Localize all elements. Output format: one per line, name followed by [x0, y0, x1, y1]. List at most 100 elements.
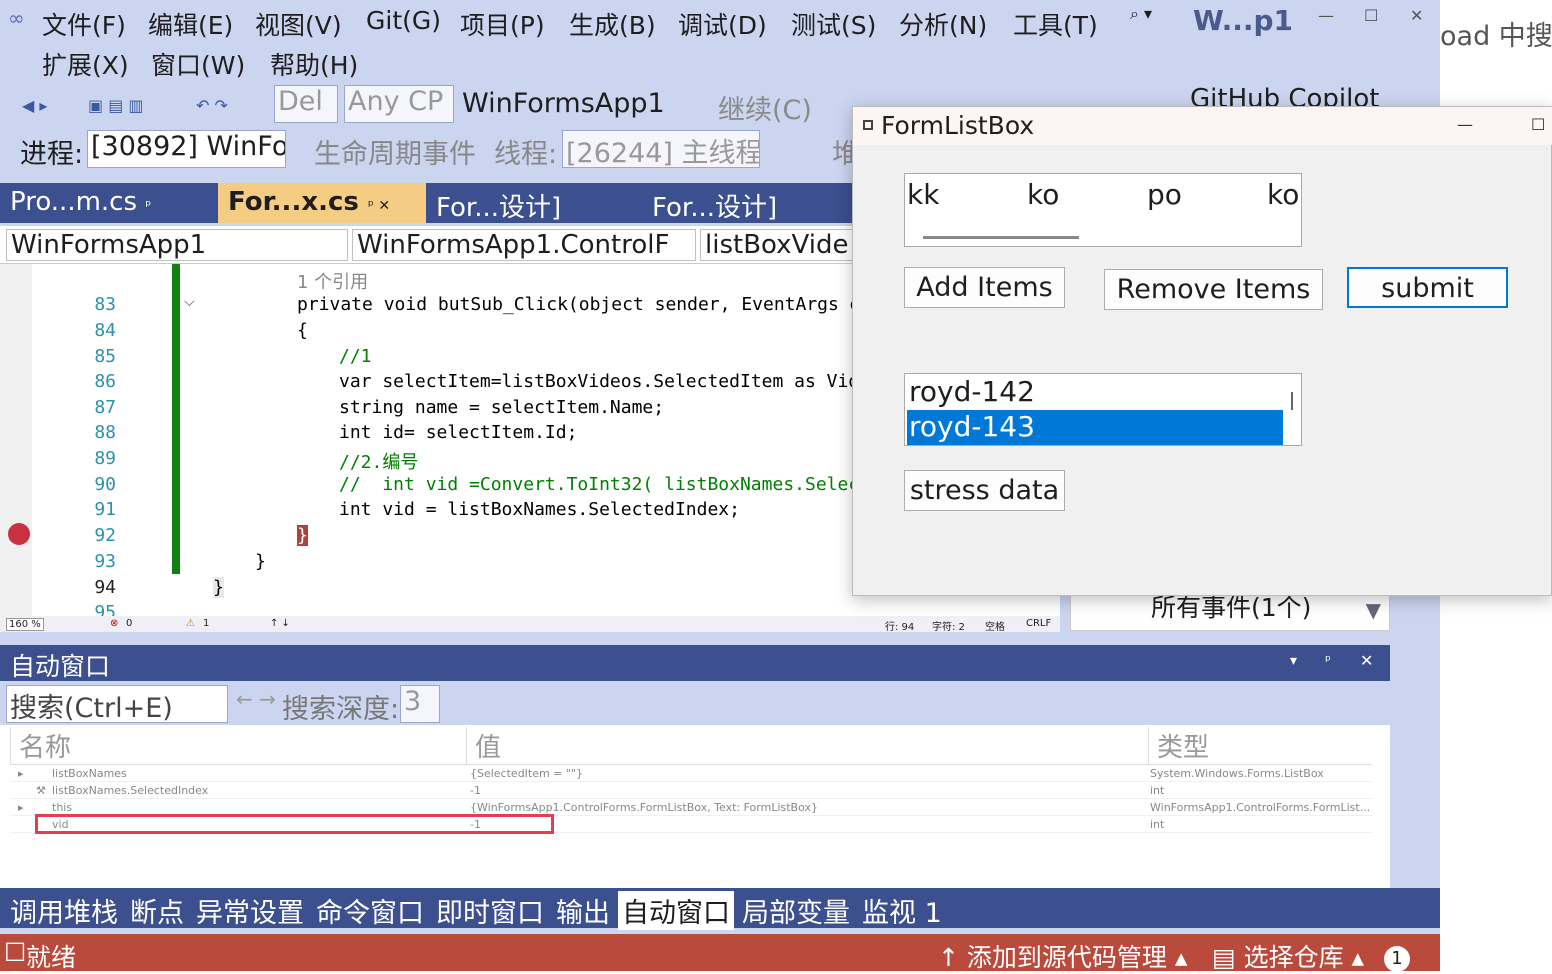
- pin-icon[interactable]: ᵖ: [145, 198, 151, 214]
- pin-icon[interactable]: ᵖ: [1325, 653, 1331, 669]
- vertical-scrollbar[interactable]: [1291, 392, 1293, 410]
- depth-combo[interactable]: 3: [400, 685, 440, 723]
- maximize-icon[interactable]: ☐: [1531, 115, 1545, 134]
- tab-breakpoints[interactable]: 断点: [130, 891, 184, 930]
- source-control-button[interactable]: ↑ 添加到源代码管理 ▴: [938, 938, 1187, 974]
- collapse-icon[interactable]: ⌵: [184, 294, 195, 310]
- line-number: 94: [94, 577, 116, 598]
- config-combo[interactable]: Del: [274, 85, 338, 123]
- list-item[interactable]: royd-142: [907, 375, 1283, 410]
- member-nav-combo[interactable]: listBoxVide: [700, 229, 860, 261]
- menu-file[interactable]: 文件(F): [42, 6, 126, 42]
- dropdown-icon[interactable]: ▾: [1290, 653, 1297, 669]
- tab-formlistbox-cs[interactable]: For...x.cs ᵖ ✕: [218, 183, 426, 223]
- column-type[interactable]: 类型: [1148, 727, 1372, 765]
- save-icon[interactable]: ▣ ▤ ▥: [88, 96, 144, 115]
- warning-count[interactable]: 1: [203, 618, 209, 629]
- eol-indicator[interactable]: CRLF: [1026, 618, 1051, 629]
- tab-locals[interactable]: 局部变量: [742, 891, 850, 930]
- search-icon[interactable]: ⌕ ▾: [1130, 4, 1152, 24]
- tab-designer-1[interactable]: For...设计]: [426, 183, 640, 223]
- process-combo[interactable]: [30892] WinFo: [87, 130, 286, 168]
- tab-watch-1[interactable]: 监视 1: [862, 891, 942, 930]
- close-tab-icon[interactable]: ᵖ ✕: [368, 198, 390, 214]
- table-row[interactable]: ▸ listBoxNames {SelectedItem = ""} Syste…: [10, 765, 1372, 782]
- thread-combo[interactable]: [26244] 主线程: [562, 130, 760, 168]
- listbox-names[interactable]: royd-142 royd-143: [904, 373, 1302, 446]
- menu-tools[interactable]: 工具(T): [1013, 6, 1098, 42]
- list-item[interactable]: po: [1147, 178, 1182, 211]
- class-nav-combo[interactable]: WinFormsApp1.ControlF: [352, 229, 696, 261]
- row-name: this: [52, 801, 73, 814]
- stress-data-button[interactable]: stress data: [904, 470, 1065, 511]
- nav-arrows-icon[interactable]: ↑ ↓: [270, 618, 290, 629]
- table-row[interactable]: ⚒ listBoxNames.SelectedIndex -1 int: [10, 782, 1372, 799]
- menu-analyze[interactable]: 分析(N): [899, 6, 987, 42]
- menu-debug[interactable]: 调试(D): [678, 6, 767, 42]
- maximize-icon[interactable]: ☐: [1364, 6, 1378, 25]
- breakpoint-icon[interactable]: [8, 523, 30, 545]
- add-items-button[interactable]: Add Items: [904, 267, 1065, 308]
- tab-call-stack[interactable]: 调用堆栈: [10, 891, 118, 930]
- menu-window[interactable]: 窗口(W): [151, 46, 245, 82]
- menu-test[interactable]: 测试(S): [791, 6, 876, 42]
- tab-exception-settings[interactable]: 异常设置: [196, 891, 304, 930]
- error-icon[interactable]: ⊗: [110, 618, 118, 629]
- form-title-bar: FormListBox — ☐: [853, 107, 1552, 145]
- warning-icon[interactable]: ⚠: [186, 618, 195, 629]
- tab-designer-2[interactable]: For...设计]: [642, 183, 856, 223]
- breakpoint-gutter[interactable]: [0, 264, 32, 616]
- tab-immediate-window[interactable]: 即时窗口: [436, 891, 544, 930]
- project-nav-combo[interactable]: WinFormsApp1: [6, 229, 348, 261]
- menu-extensions[interactable]: 扩展(X): [42, 46, 129, 82]
- search-input[interactable]: 搜索(Ctrl+E): [6, 685, 228, 723]
- continue-button[interactable]: 继续(C): [718, 88, 812, 127]
- column-name[interactable]: 名称: [10, 727, 466, 765]
- menu-project[interactable]: 项目(P): [460, 6, 545, 42]
- tab-program[interactable]: Pro...m.cs ᵖ: [0, 183, 218, 223]
- start-project[interactable]: WinFormsApp1: [462, 88, 665, 119]
- scroll-down-icon[interactable]: ▼: [1366, 598, 1381, 622]
- background-web-search: oad 中搜索: [1440, 0, 1552, 60]
- line-indicator[interactable]: 行: 94: [885, 618, 914, 633]
- menu-help[interactable]: 帮助(H): [270, 46, 358, 82]
- code-lens-references[interactable]: 1 个引用: [297, 268, 368, 294]
- repo-button[interactable]: ▤ 选择仓库 ▴: [1212, 938, 1364, 974]
- menu-build[interactable]: 生成(B): [569, 6, 656, 42]
- close-icon[interactable]: ✕: [1410, 6, 1423, 25]
- zoom-combo[interactable]: 160 %: [6, 618, 44, 631]
- horizontal-scrollbar[interactable]: [923, 236, 1079, 239]
- thread-label: 线程:: [494, 139, 558, 170]
- menu-view[interactable]: 视图(V): [255, 6, 342, 42]
- undo-icon[interactable]: ↶ ↷: [196, 96, 228, 115]
- row-type: int: [1150, 784, 1165, 797]
- menu-git[interactable]: Git(G): [366, 6, 441, 35]
- code-line: private void butSub_Click(object sender,…: [297, 294, 872, 315]
- column-value[interactable]: 值: [466, 727, 1148, 765]
- tab-output[interactable]: 输出: [556, 891, 610, 930]
- error-count[interactable]: 0: [126, 618, 132, 629]
- list-item-selected[interactable]: royd-143: [907, 410, 1283, 445]
- notification-badge[interactable]: 1: [1384, 946, 1410, 972]
- tab-command-window[interactable]: 命令窗口: [316, 891, 424, 930]
- close-icon[interactable]: ✕: [1360, 651, 1373, 670]
- minimize-icon[interactable]: —: [1457, 115, 1473, 134]
- submit-button[interactable]: submit: [1347, 267, 1508, 308]
- nav-arrows-icon[interactable]: ← →: [236, 687, 276, 711]
- whitespace-indicator[interactable]: 空格: [985, 618, 1005, 633]
- list-item[interactable]: kk: [907, 178, 939, 211]
- list-item[interactable]: ko: [1027, 178, 1059, 211]
- lifecycle-events[interactable]: 生命周期事件: [314, 132, 476, 171]
- tab-autos[interactable]: 自动窗口: [618, 891, 734, 930]
- list-item[interactable]: ko: [1267, 178, 1299, 211]
- remove-items-button[interactable]: Remove Items: [1104, 269, 1323, 310]
- back-icon[interactable]: ◀ ▸: [22, 96, 47, 115]
- minimize-icon[interactable]: —: [1318, 6, 1334, 25]
- menu-edit[interactable]: 编辑(E): [148, 6, 233, 42]
- expand-icon[interactable]: ▸: [18, 801, 24, 814]
- listbox-videos[interactable]: kk ko po ko: [904, 173, 1302, 247]
- autos-title: 自动窗口: [10, 652, 111, 681]
- platform-combo[interactable]: Any CP: [344, 85, 454, 123]
- expand-icon[interactable]: ▸: [18, 767, 24, 780]
- char-indicator[interactable]: 字符: 2: [932, 618, 965, 633]
